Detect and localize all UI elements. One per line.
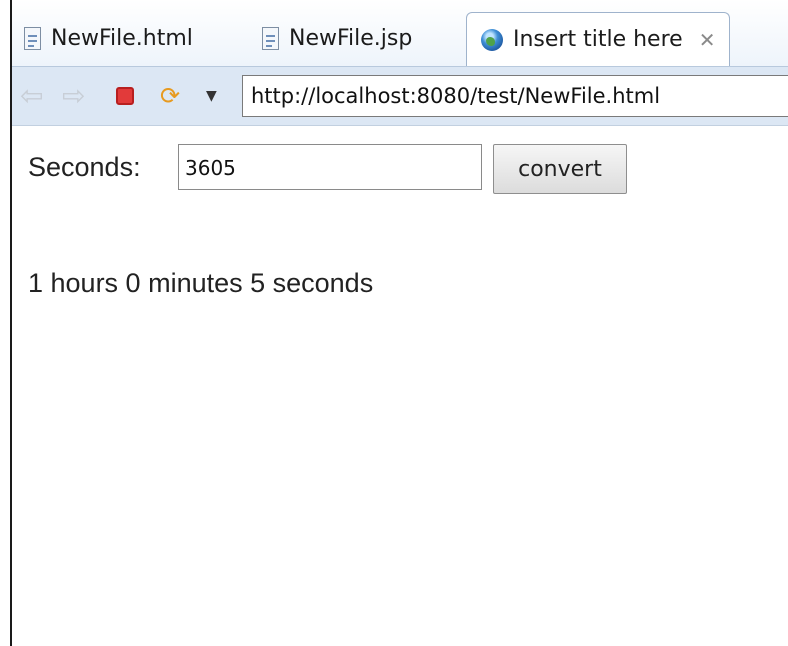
tab-insert-title-here[interactable]: Insert title here ✕	[466, 12, 731, 66]
page-content: Seconds: convert 1 hours 0 minutes 5 sec…	[12, 126, 788, 646]
chevron-down-icon[interactable]: ▼	[206, 84, 217, 108]
tab-label: Insert title here	[513, 27, 683, 52]
conversion-result: 1 hours 0 minutes 5 seconds	[28, 268, 374, 298]
browser-toolbar: ⇦ ⇨ ⟳ ▼	[12, 67, 788, 126]
tab-newfile-html[interactable]: NewFile.html	[24, 14, 193, 62]
seconds-label: Seconds:	[28, 152, 141, 182]
tab-newfile-jsp[interactable]: NewFile.jsp	[262, 14, 412, 62]
tab-label: NewFile.jsp	[289, 25, 413, 51]
url-input[interactable]	[242, 75, 788, 117]
close-tab-icon[interactable]: ✕	[699, 28, 716, 52]
browser-window: NewFile.html NewFile.jsp Insert title he…	[10, 0, 788, 646]
globe-icon	[481, 28, 503, 51]
html-file-icon	[24, 26, 41, 50]
stop-button[interactable]	[116, 84, 134, 108]
forward-arrow-icon[interactable]: ⇨	[62, 82, 85, 110]
convert-button[interactable]: convert	[493, 144, 627, 194]
stop-icon	[116, 87, 134, 105]
back-arrow-icon[interactable]: ⇦	[20, 82, 43, 110]
tab-label: NewFile.html	[51, 25, 193, 51]
seconds-input[interactable]	[178, 144, 482, 190]
jsp-file-icon	[262, 26, 279, 50]
refresh-icon[interactable]: ⟳	[160, 84, 180, 108]
tab-bar: NewFile.html NewFile.jsp Insert title he…	[12, 0, 788, 67]
